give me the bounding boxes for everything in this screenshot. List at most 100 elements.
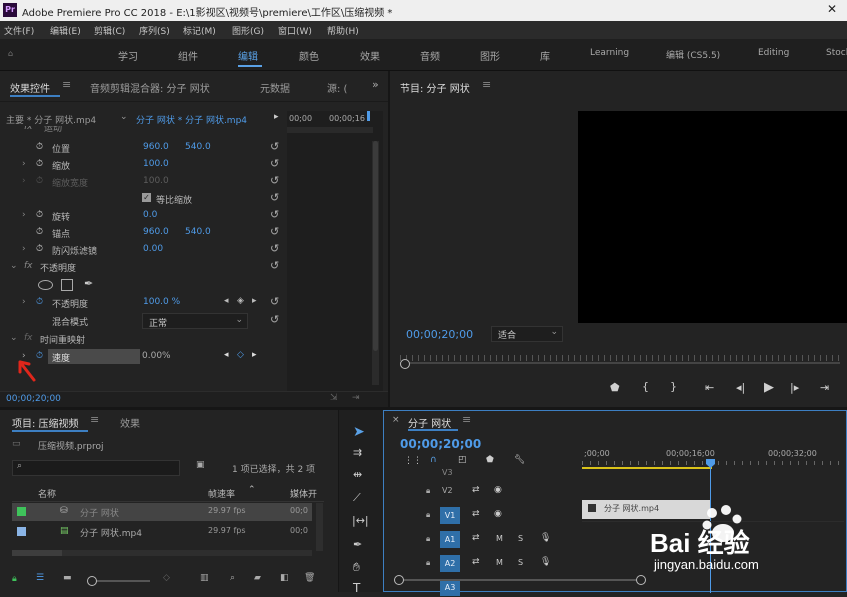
source-clip-label[interactable]: 主要 * 分子 网状.mp4 — [6, 113, 96, 126]
home-icon[interactable]: ⌂ — [8, 49, 13, 58]
tab-metadata[interactable]: 元数据 — [260, 80, 290, 95]
thumbnail-size-slider[interactable] — [90, 580, 150, 582]
expand-chevron-icon[interactable]: › — [22, 159, 26, 169]
panel-menu-icon[interactable]: ≡ — [482, 78, 491, 91]
tab-audio-clip-mixer[interactable]: 音频剪辑混合器: 分子 网状 — [90, 80, 210, 95]
reset-icon[interactable]: ↺ — [270, 141, 282, 153]
eye-icon[interactable]: ◉ — [494, 509, 502, 519]
table-row[interactable]: ▤ 分子 网状.mp4 29.97 fps 00;0 — [12, 523, 312, 541]
program-ruler[interactable] — [400, 355, 840, 361]
pen-tool-icon[interactable]: ✒ — [353, 538, 362, 551]
stopwatch-icon[interactable]: ⏱ — [36, 210, 43, 220]
next-keyframe-icon[interactable]: ▸ — [252, 350, 257, 360]
new-bin-icon[interactable]: ▣ — [196, 460, 205, 470]
stopwatch-active-icon[interactable]: ⏱ — [36, 297, 43, 307]
icon-view-icon[interactable]: ▬ — [63, 573, 72, 583]
go-to-out-icon[interactable]: ⇥ — [820, 381, 829, 394]
list-view-icon[interactable]: ☰ — [36, 573, 44, 583]
hand-tool-icon[interactable]: ✋︎ — [353, 560, 360, 575]
lock-icon[interactable]: 🔒︎ — [426, 558, 430, 568]
pen-mask-icon[interactable]: ✒ — [84, 277, 93, 290]
timeline-zoom-handle-right[interactable] — [636, 575, 646, 585]
video-preview[interactable] — [578, 111, 847, 323]
collapse-chevron-icon[interactable]: ⌄ — [10, 333, 18, 343]
mute-button[interactable]: M — [496, 534, 503, 543]
menu-file[interactable]: 文件(F) — [4, 24, 34, 37]
play-icon[interactable]: ▶ — [764, 380, 774, 395]
project-vscrollbar[interactable] — [316, 503, 323, 551]
project-search-input[interactable]: ⌕ — [12, 460, 180, 476]
ec-scroll-thumb[interactable] — [373, 141, 378, 351]
ec-timecode[interactable]: 00;00;20;00 — [6, 394, 61, 404]
sort-up-icon[interactable]: ⌃ — [248, 485, 256, 495]
tab-project[interactable]: 项目: 压缩视频 — [12, 415, 79, 430]
timeline-timecode[interactable]: 00;00;20;00 — [400, 437, 481, 451]
ws-color[interactable]: 颜色 — [299, 48, 319, 63]
reset-icon[interactable]: ↺ — [270, 175, 282, 187]
anchor-x-value[interactable]: 960.0 — [143, 227, 169, 237]
mark-in-icon[interactable]: { — [642, 380, 649, 393]
column-name[interactable]: 名称 — [38, 487, 56, 500]
work-area-bar[interactable] — [582, 467, 712, 469]
sort-icons-icon[interactable]: ◇ — [163, 573, 170, 583]
timeline-title[interactable]: 分子 网状 — [408, 415, 451, 430]
stopwatch-icon[interactable]: ⏱ — [36, 244, 43, 254]
table-row[interactable]: ⛁ 分子 网状 29.97 fps 00;0 — [12, 503, 312, 521]
speed-value[interactable]: 0.00% — [142, 351, 171, 361]
sync-lock-icon[interactable]: ⇄ — [472, 533, 480, 543]
find-icon[interactable]: ⌕ — [230, 573, 235, 583]
marker-icon[interactable]: ⬟ — [486, 455, 494, 465]
next-keyframe-icon[interactable]: ▸ — [252, 296, 257, 306]
expand-chevron-icon[interactable]: › — [22, 210, 26, 220]
fit-dropdown[interactable]: 适合 ⌄ — [491, 326, 563, 342]
snap-icon[interactable]: ⋮⋮ — [404, 456, 422, 466]
menu-graphics[interactable]: 图形(G) — [232, 24, 264, 37]
ec-scrollbar[interactable] — [372, 141, 379, 385]
menu-sequence[interactable]: 序列(S) — [139, 24, 170, 37]
reset-icon[interactable]: ↺ — [270, 314, 282, 326]
column-frame-rate[interactable]: 帧速率 — [208, 487, 235, 500]
selection-tool-icon[interactable]: ➤ — [353, 424, 365, 440]
position-x-value[interactable]: 960.0 — [143, 142, 169, 152]
lock-icon[interactable]: 🔒︎ — [12, 574, 17, 584]
track-label[interactable]: A3 — [440, 579, 460, 596]
razor-tool-icon[interactable]: ⟋ — [353, 491, 361, 505]
column-media-start[interactable]: 媒体开 — [290, 487, 317, 500]
close-icon[interactable]: ✕ — [827, 2, 837, 16]
lock-icon[interactable]: 🔒︎ — [426, 510, 430, 520]
track-label[interactable]: V2 — [442, 486, 453, 495]
stopwatch-icon[interactable]: ⏱ — [36, 142, 43, 152]
program-timecode[interactable]: 00;00;20;00 — [406, 328, 473, 341]
ws-editing-en[interactable]: Editing — [758, 48, 789, 58]
solo-button[interactable]: S — [518, 558, 523, 567]
prev-keyframe-icon[interactable]: ◂ — [224, 350, 229, 360]
ripple-edit-tool-icon[interactable]: ⇹ — [353, 468, 362, 481]
rectangle-mask-icon[interactable] — [61, 279, 73, 291]
add-marker-icon[interactable]: ⬟ — [610, 381, 620, 394]
new-bin-icon[interactable]: ▰ — [254, 573, 261, 583]
expand-chevron-icon[interactable]: › — [22, 297, 26, 307]
add-keyframe-icon[interactable]: ◇ — [237, 350, 244, 360]
track-label[interactable]: A1 — [440, 531, 460, 548]
trash-icon[interactable]: 🗑︎ — [304, 573, 315, 583]
ws-learn[interactable]: 学习 — [118, 48, 138, 63]
menu-marker[interactable]: 标记(M) — [183, 24, 216, 37]
ec-playhead[interactable] — [367, 111, 370, 121]
track-select-tool-icon[interactable]: ⇉ — [353, 446, 362, 459]
menu-help[interactable]: 帮助(H) — [327, 24, 359, 37]
panel-menu-icon[interactable]: ≡ — [90, 413, 99, 426]
add-marker-icon[interactable]: ◰ — [458, 455, 467, 465]
lock-icon[interactable]: 🔒︎ — [426, 486, 430, 496]
filter-icon[interactable]: ⇲ — [330, 393, 338, 403]
menu-edit[interactable]: 编辑(E) — [50, 24, 81, 37]
rotation-value[interactable]: 0.0 — [143, 210, 157, 220]
tab-source[interactable]: 源: ( — [327, 80, 347, 95]
close-icon[interactable]: × — [392, 415, 400, 425]
more-tabs-icon[interactable]: » — [372, 78, 379, 91]
sequence-clip-label[interactable]: 分子 网状 * 分子 网状.mp4 — [136, 113, 247, 126]
program-zoom-bar[interactable] — [400, 362, 840, 364]
panel-menu-icon[interactable]: ≡ — [62, 78, 71, 91]
antiflicker-value[interactable]: 0.00 — [143, 244, 163, 254]
track-label[interactable]: V1 — [440, 507, 460, 524]
ws-learning-en[interactable]: Learning — [590, 48, 629, 58]
